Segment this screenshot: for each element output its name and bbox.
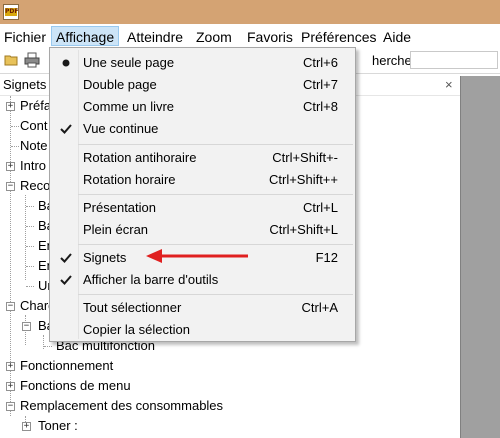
menu-atteindre[interactable]: Atteindre	[127, 28, 183, 46]
red-arrow-annotation	[146, 249, 248, 263]
menu-item-afficher-barre-outils[interactable]: Afficher la barre d'outils	[50, 269, 355, 291]
menu-item-double-page[interactable]: Double page Ctrl+7	[50, 74, 355, 96]
title-bar: PDF	[0, 0, 500, 24]
menu-separator	[78, 194, 353, 195]
menu-item-rotation-horaire[interactable]: Rotation horaire Ctrl+Shift++	[50, 169, 355, 191]
menu-item-copier-selection[interactable]: Copier la sélection	[50, 319, 355, 341]
bullet-icon	[56, 53, 76, 73]
menu-zoom[interactable]: Zoom	[196, 28, 232, 46]
menu-fichier[interactable]: Fichier	[4, 28, 46, 46]
tree-item[interactable]: − Remplacement des consommables	[0, 396, 460, 416]
expand-icon[interactable]: +	[6, 382, 15, 391]
menu-separator	[78, 294, 353, 295]
close-icon[interactable]: ×	[445, 77, 453, 92]
menu-preferences[interactable]: Préférences	[301, 28, 376, 46]
menu-item-presentation[interactable]: Présentation Ctrl+L	[50, 197, 355, 219]
bookmarks-panel-title: Signets	[3, 77, 47, 92]
menu-bar: Fichier Affichage Atteindre Zoom Favoris…	[0, 24, 500, 48]
expand-icon[interactable]: +	[6, 362, 15, 371]
affichage-dropdown-menu: Une seule page Ctrl+6 Double page Ctrl+7…	[49, 47, 356, 342]
menu-separator	[78, 244, 353, 245]
collapse-icon[interactable]: −	[6, 302, 15, 311]
menu-item-une-seule-page[interactable]: Une seule page Ctrl+6	[50, 52, 355, 74]
menu-separator	[78, 144, 353, 145]
menu-favoris[interactable]: Favoris	[247, 28, 293, 46]
expand-icon[interactable]: +	[6, 102, 15, 111]
tree-item[interactable]: + Fonctionnement	[0, 356, 460, 376]
checkmark-icon	[56, 119, 76, 139]
collapse-icon[interactable]: −	[22, 322, 31, 331]
menu-affichage[interactable]: Affichage	[51, 26, 120, 46]
menu-item-comme-un-livre[interactable]: Comme un livre Ctrl+8	[50, 96, 355, 118]
menu-aide[interactable]: Aide	[383, 28, 411, 46]
menu-item-rotation-antihoraire[interactable]: Rotation antihoraire Ctrl+Shift+-	[50, 147, 355, 169]
print-icon[interactable]	[24, 52, 40, 68]
tree-item[interactable]: + Fonctions de menu	[0, 376, 460, 396]
search-input[interactable]	[410, 51, 498, 69]
menu-item-tout-selectionner[interactable]: Tout sélectionner Ctrl+A	[50, 297, 355, 319]
open-folder-icon[interactable]	[4, 52, 20, 68]
checkmark-icon	[56, 270, 76, 290]
expand-icon[interactable]: +	[6, 162, 15, 171]
tree-item[interactable]: + Toner :	[0, 416, 460, 436]
menu-item-plein-ecran[interactable]: Plein écran Ctrl+Shift+L	[50, 219, 355, 241]
app-logo-text: PDF	[5, 8, 19, 16]
collapse-icon[interactable]: −	[6, 402, 15, 411]
collapse-icon[interactable]: −	[6, 182, 15, 191]
document-area[interactable]	[460, 76, 500, 438]
checkmark-icon	[56, 248, 76, 268]
app-logo: PDF	[3, 4, 19, 20]
menu-item-vue-continue[interactable]: Vue continue	[50, 118, 355, 140]
expand-icon[interactable]: +	[22, 422, 31, 431]
